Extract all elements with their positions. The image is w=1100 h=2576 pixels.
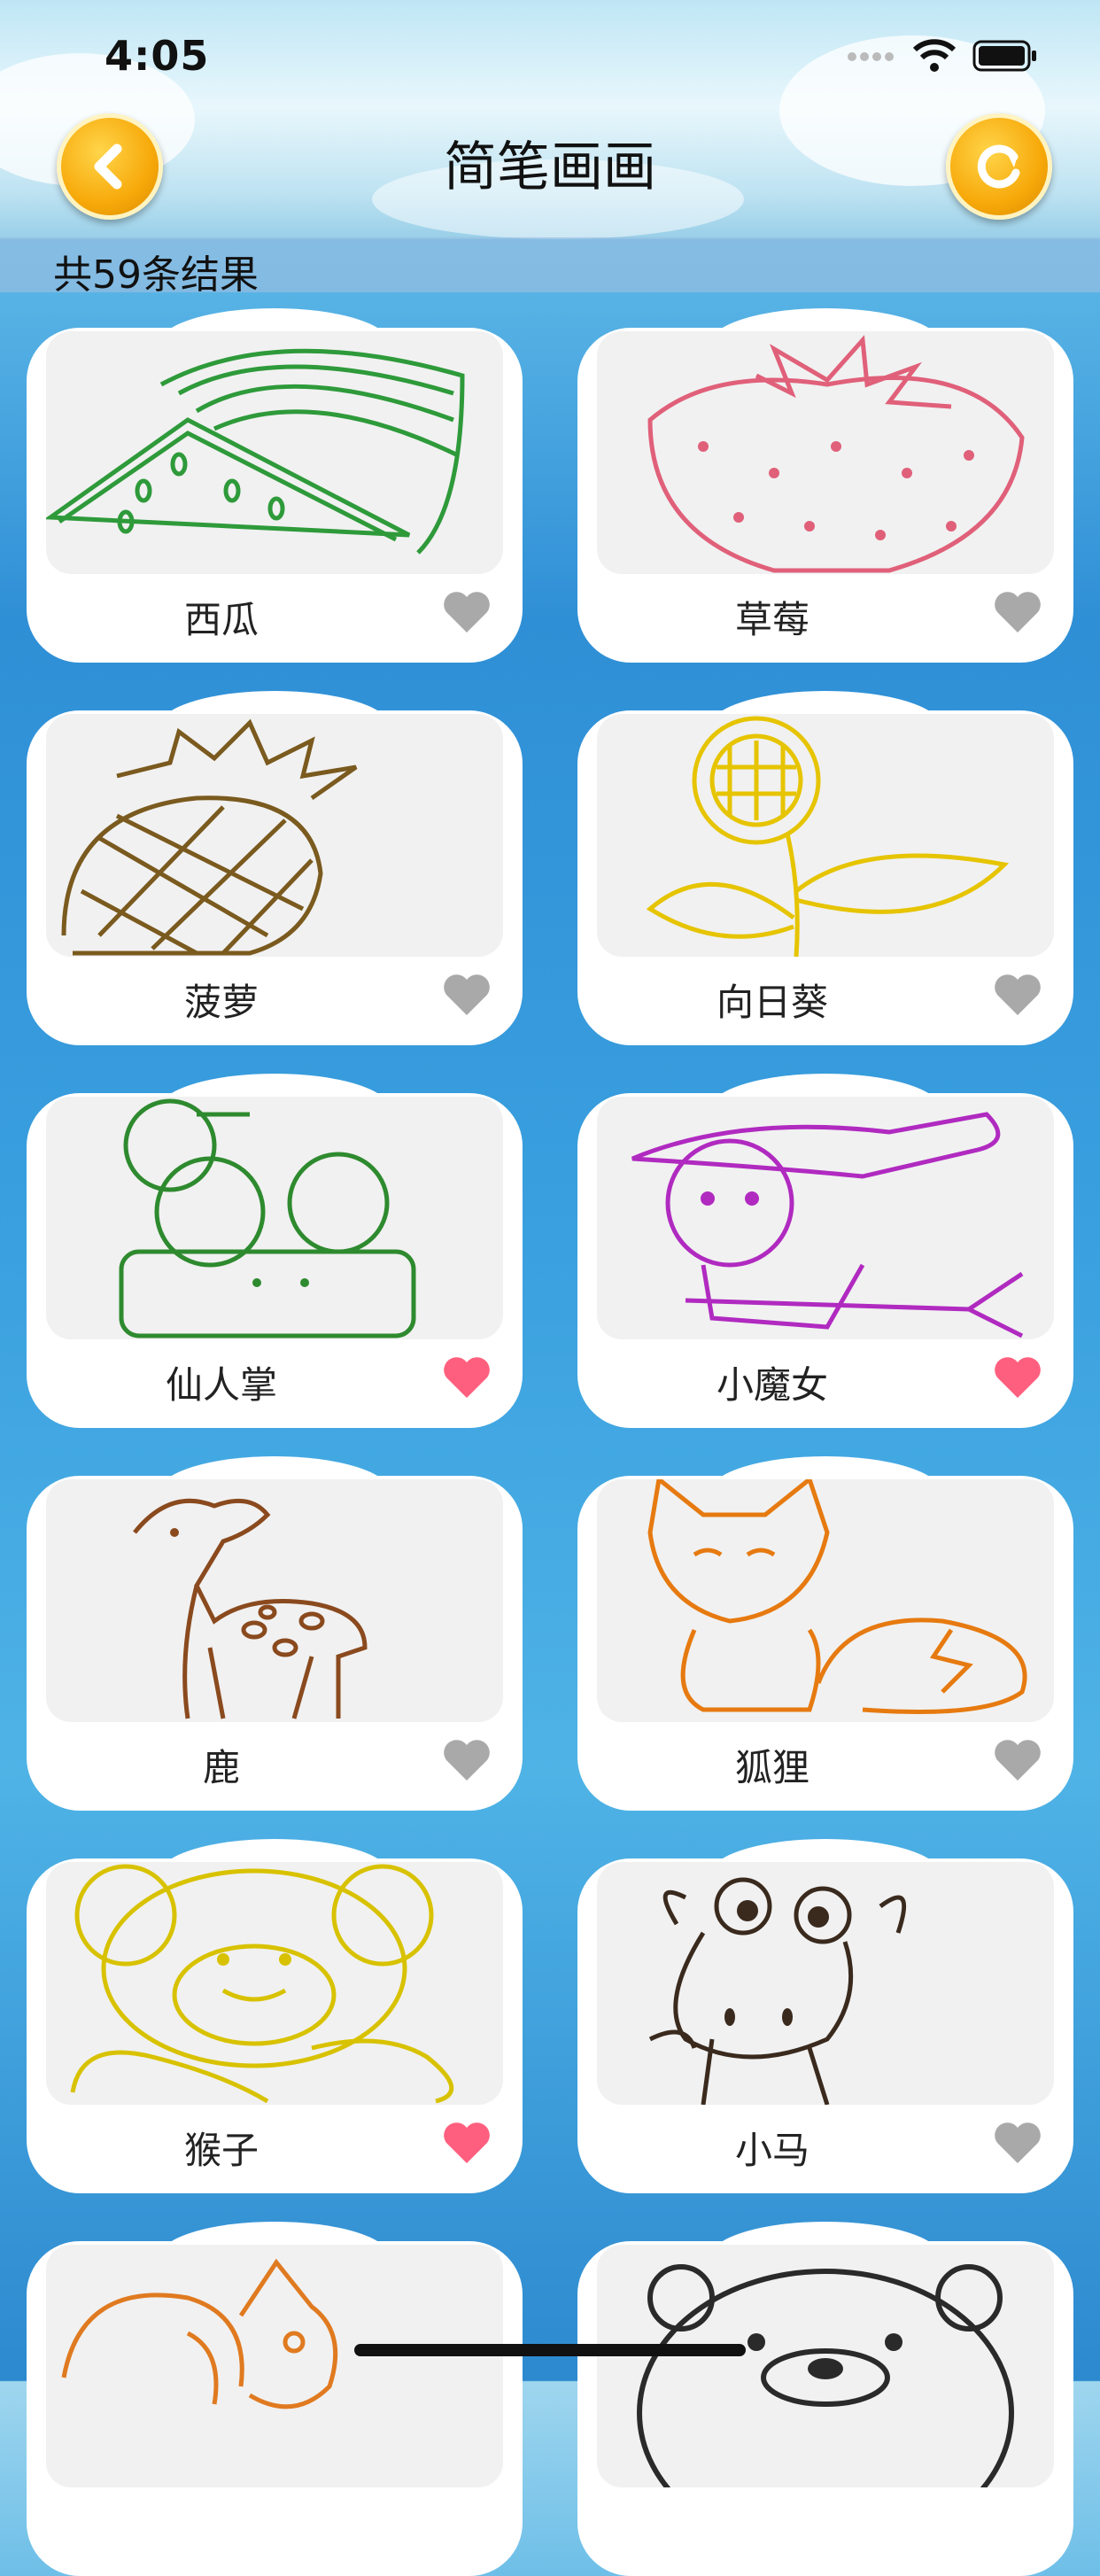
drawing-card[interactable]: 猴子 [27,1839,523,2193]
heart-icon[interactable] [441,2121,492,2165]
drawing-label: 向日葵 [716,981,828,1024]
result-count: 共59条结果 [53,252,259,298]
battery-icon [972,40,1038,75]
heart-icon[interactable] [441,973,492,1017]
drawing-card[interactable]: 小马 [577,1839,1073,2193]
drawing-card[interactable]: 草莓 [577,308,1073,663]
pony-drawing-icon [597,1862,1054,2105]
drawing-card[interactable]: 西瓜 [27,308,523,663]
drawing-card[interactable]: 狐狸 [577,1456,1073,1811]
heart-icon[interactable] [441,590,492,634]
heart-icon[interactable] [441,1355,492,1400]
drawing-label: 狐狸 [734,1746,810,1789]
refresh-icon [977,144,1020,189]
deer-drawing-icon [46,1479,503,1722]
status-icons [847,39,1038,76]
home-indicator[interactable] [354,2344,746,2356]
heart-icon[interactable] [992,2121,1043,2165]
drawing-label: 菠萝 [183,981,259,1024]
drawing-card[interactable]: 鹿 [27,1456,523,1811]
drawing-card[interactable]: 向日葵 [577,691,1073,1045]
drawing-label: 仙人掌 [165,1363,277,1407]
drawing-label: 小魔女 [716,1363,828,1407]
heart-icon[interactable] [992,973,1043,1017]
squirrel-drawing-icon [46,2245,503,2487]
strawberry-drawing-icon [597,331,1054,574]
heart-icon[interactable] [992,590,1043,634]
result-bar: 共59条结果 [0,237,1100,298]
drawing-card[interactable]: 小魔女 [577,1074,1073,1428]
drawing-label: 鹿 [202,1746,240,1789]
page-title: 简笔画画 [444,136,656,198]
refresh-button[interactable] [946,113,1052,220]
drawing-label: 猴子 [183,2129,259,2172]
pineapple-drawing-icon [46,714,503,957]
heart-icon[interactable] [992,1355,1043,1400]
monkey-drawing-icon [46,1862,503,2105]
status-time: 4:05 [105,32,210,80]
fox-drawing-icon [597,1479,1054,1722]
drawing-card[interactable] [27,2222,523,2576]
heart-icon[interactable] [992,1738,1043,1782]
heart-icon[interactable] [441,1738,492,1782]
little-witch-drawing-icon [597,1097,1054,1339]
drawing-card[interactable] [577,2222,1073,2576]
drawing-card[interactable]: 菠萝 [27,691,523,1045]
wifi-icon [912,39,957,76]
sunflower-drawing-icon [597,714,1054,957]
drawing-label: 西瓜 [183,598,259,641]
drawing-label: 小马 [734,2129,810,2172]
drawing-card[interactable]: 仙人掌 [27,1074,523,1428]
watermelon-drawing-icon [46,331,503,574]
signal-icon [847,50,896,66]
bear-drawing-icon [597,2245,1054,2487]
drawing-label: 草莓 [734,598,810,641]
cactus-drawing-icon [46,1097,503,1339]
